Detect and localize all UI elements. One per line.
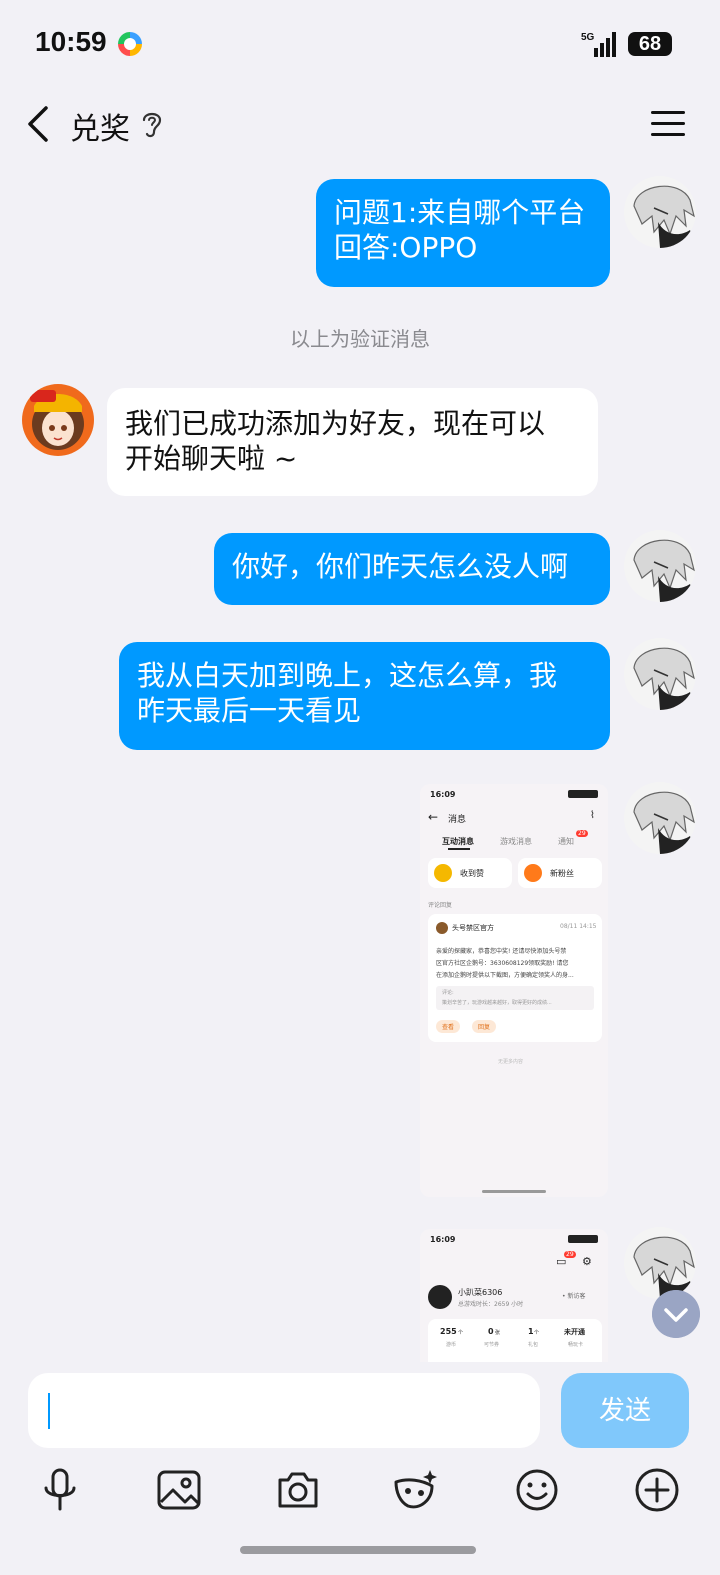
plus-icon[interactable] (633, 1466, 681, 1514)
message-text-line: 问题1:来自哪个平台 (334, 196, 586, 229)
send-button[interactable]: 发送 (561, 1373, 689, 1448)
image-message-screenshot[interactable]: 16:09 ▭ 29 ⚙ 小趴菜6306 总游戏时长：2659 小时 • 新访客… (420, 1229, 608, 1362)
shot-time: 16:09 (430, 790, 456, 799)
message-text-line: 开始聊天啦 ~ (125, 442, 298, 475)
shot-quote-box: 评论: 策划辛苦了，玩游戏越来越好，取得更好的成绩... (436, 986, 594, 1010)
shot-badge: 29 (564, 1251, 576, 1258)
shot-time: 16:09 (430, 1235, 456, 1244)
shot-stat-num: 未开通 (564, 1328, 585, 1336)
shot-stat-unit: 个 (534, 1330, 540, 1336)
shot-quote-text: 策划辛苦了，玩游戏越来越好，取得更好的成绩... (442, 1000, 552, 1006)
shot-status-icons (568, 1235, 598, 1243)
shot-tab-interactive: 互动消息 (442, 837, 474, 846)
microphone-icon[interactable] (36, 1466, 84, 1514)
shot-home-indicator (482, 1190, 546, 1193)
my-avatar[interactable] (624, 1227, 696, 1299)
shot-chip-like: 收到赞 (428, 858, 512, 888)
shot-stat-unit: 张 (495, 1330, 501, 1336)
shot-stat-label: 畅玩卡 (568, 1342, 584, 1348)
my-avatar[interactable] (624, 530, 696, 602)
shot-stat-num: 1 (528, 1327, 534, 1336)
status-bar: 10:59 5G 68 (0, 0, 720, 90)
shot-playtime: 总游戏时长：2659 小时 (458, 1301, 524, 1308)
shot-stat-label: 游币 (446, 1342, 457, 1348)
shot-visitors: • 新访客 (562, 1293, 586, 1300)
shot-date: 08/11 14:15 (560, 923, 597, 930)
shot-reply-button: 回复 (472, 1020, 497, 1033)
shot-chip-fans: 新粉丝 (518, 858, 602, 888)
shot-username: 小趴菜6306 (458, 1288, 503, 1297)
shot-badge: 29 (576, 830, 588, 837)
my-avatar[interactable] (624, 638, 696, 710)
app-notification-icon (118, 32, 142, 56)
shot-back-arrow-icon: ← (428, 810, 439, 824)
shot-fans-icon (524, 864, 542, 882)
message-bubble-verification[interactable]: 问题1:来自哪个平台 回答:OPPO (316, 179, 610, 287)
earpiece-mode-icon[interactable] (138, 108, 166, 140)
emoji-icon[interactable] (513, 1466, 561, 1514)
shot-broom-icon: ⌇ (590, 810, 595, 821)
network-label: 5G (581, 32, 595, 43)
back-arrow-icon[interactable] (24, 104, 54, 144)
message-text-line: 昨天最后一天看见 (137, 694, 362, 727)
text-caret (48, 1393, 50, 1429)
shot-stats-card: 255 个 游币 0 张 可节券 1 个 礼包 未开通 畅玩卡 (428, 1319, 602, 1362)
shot-tab-game: 游戏消息 (500, 837, 532, 846)
contact-avatar[interactable] (22, 384, 94, 456)
shot-no-more: 无更多内容 (498, 1059, 524, 1065)
message-bubble-contact[interactable]: 我们已成功添加为好友，现在可以 开始聊天啦 ~ (107, 388, 598, 496)
shot-stat-num: 0 (488, 1327, 494, 1336)
shot-view-button: 查看 (436, 1020, 461, 1033)
shot-status-icons (568, 790, 598, 798)
composer-area: 发送 (0, 1362, 720, 1575)
camera-icon[interactable] (274, 1466, 322, 1514)
scroll-to-bottom-icon[interactable] (652, 1290, 700, 1338)
shot-reply-card: 头号禁区官方 08/11 14:15 亲爱的探藏家，恭喜您中奖! 还请尽快添加头… (428, 914, 602, 1042)
message-bubble-mine[interactable]: 你好，你们昨天怎么没人啊 (214, 533, 610, 605)
shot-quote-label: 评论: (442, 990, 454, 996)
shot-body-line: 在添加企鹅时提供以下截图，方便确定领奖人的身... (436, 972, 574, 979)
my-avatar[interactable] (624, 176, 696, 248)
chat-header: 兑奖 (0, 90, 720, 160)
image-message-screenshot[interactable]: 16:09 ← 消息 ⌇ 互动消息 游戏消息 通知 29 收到赞 新粉丝 评论回… (420, 784, 608, 1197)
menu-icon[interactable] (650, 108, 686, 140)
magic-mask-icon[interactable] (392, 1466, 440, 1514)
shot-sender: 头号禁区官方 (452, 924, 494, 932)
shot-body-line: 亲爱的探藏家，恭喜您中奖! 还请尽快添加头号禁 (436, 948, 567, 955)
shot-gear-icon: ⚙ (582, 1255, 592, 1268)
status-time: 10:59 (35, 26, 107, 57)
verification-system-note: 以上为验证消息 (290, 327, 430, 351)
shot-section-label: 评论回复 (428, 902, 453, 909)
shot-stat-label: 可节券 (484, 1342, 500, 1348)
message-input[interactable] (28, 1373, 540, 1448)
shot-chip-like-label: 收到赞 (460, 869, 484, 878)
message-text-line: 我们已成功添加为好友，现在可以 (125, 407, 546, 440)
shot-title: 消息 (448, 815, 467, 825)
message-text-line: 我从白天加到晚上，这怎么算，我 (137, 659, 558, 692)
message-text-line: 回答:OPPO (334, 231, 478, 264)
my-avatar[interactable] (624, 782, 696, 854)
chat-title: 兑奖 (70, 112, 130, 147)
shot-body-line: 区官方社区企鹅号：3630608129领取奖励! 请您 (436, 960, 569, 967)
image-icon[interactable] (155, 1466, 203, 1514)
signal-5g-icon: 5G (581, 32, 616, 57)
shot-thumb-icon (434, 864, 452, 882)
shot-stat-unit: 个 (458, 1330, 464, 1336)
home-indicator[interactable] (240, 1546, 476, 1554)
battery-level: 68 (628, 32, 672, 56)
shot-stat-label: 礼包 (528, 1342, 539, 1348)
shot-tab-notice: 通知 (558, 837, 574, 846)
shot-tab-underline (448, 848, 470, 850)
shot-user-avatar (428, 1285, 452, 1309)
message-bubble-mine[interactable]: 我从白天加到晚上，这怎么算，我 昨天最后一天看见 (119, 642, 610, 750)
message-text-line: 你好，你们昨天怎么没人啊 (232, 550, 569, 583)
shot-stat-num: 255 (440, 1327, 457, 1336)
shot-chip-fans-label: 新粉丝 (550, 869, 574, 878)
shot-sender-avatar (436, 922, 448, 934)
